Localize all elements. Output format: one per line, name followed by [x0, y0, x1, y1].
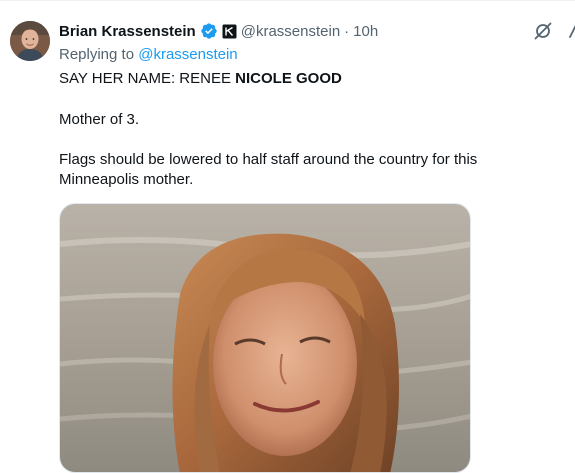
- tweet-text-line-2: Mother of 3.: [59, 111, 140, 128]
- tweet-header: Brian Krassenstein @krassenstein · 10h: [59, 20, 378, 42]
- display-name[interactable]: Brian Krassenstein: [59, 23, 196, 40]
- more-icon[interactable]: [569, 24, 575, 38]
- timestamp[interactable]: 10h: [353, 23, 378, 40]
- avatar[interactable]: [10, 21, 50, 61]
- replying-prefix: Replying to: [59, 46, 135, 63]
- tweet-text-line-3: Flags should be lowered to half staff ar…: [59, 151, 478, 188]
- grok-icon[interactable]: [533, 21, 553, 41]
- separator-dot: ·: [344, 22, 350, 40]
- verified-badge-icon[interactable]: [200, 22, 218, 40]
- tweet-media-photo[interactable]: [59, 203, 471, 473]
- tweet[interactable]: Brian Krassenstein @krassenstein · 10h R…: [0, 0, 575, 473]
- replying-to: Replying to @krassenstein: [59, 46, 238, 63]
- tweet-text-bold: NICOLE GOOD: [235, 70, 342, 87]
- affiliate-badge-icon[interactable]: [222, 24, 237, 39]
- handle[interactable]: @krassenstein: [241, 23, 340, 40]
- tweet-text-prefix: SAY HER NAME: RENEE: [59, 70, 236, 87]
- tweet-text-line-1: SAY HER NAME: RENEE NICOLE GOOD: [59, 69, 564, 89]
- replying-to-link[interactable]: @krassenstein: [138, 46, 237, 63]
